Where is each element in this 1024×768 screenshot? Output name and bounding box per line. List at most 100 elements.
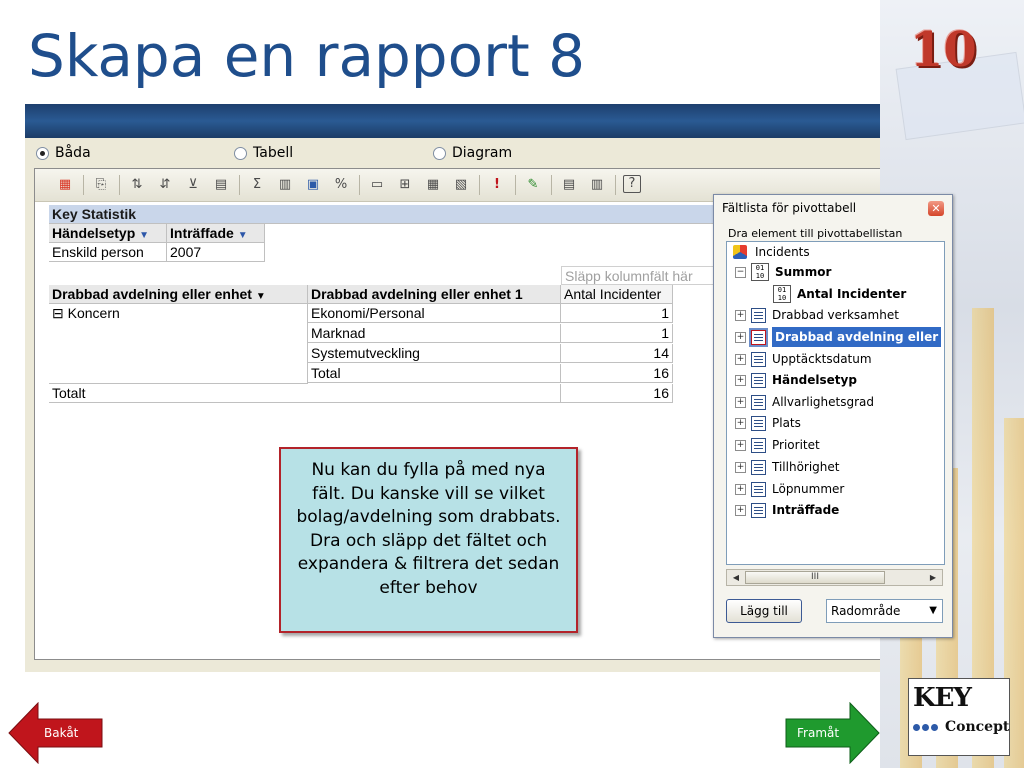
subtotal-icon[interactable]: ▥ [275,175,295,195]
scroll-right-icon[interactable]: ▶ [926,571,940,584]
hide-details-icon[interactable]: ▧ [451,175,471,195]
row-field-department[interactable]: Drabbad avdelning eller enhet ▼ [49,285,308,304]
percent-icon[interactable]: % [331,175,351,195]
close-icon[interactable]: ✕ [928,201,944,216]
sum-field-icon: 01 10 [773,285,791,303]
copy-icon[interactable]: ⎘ [91,175,111,195]
field-icon [751,437,766,453]
field-icon [751,372,766,388]
show-top-items-icon[interactable]: ▤ [211,175,231,195]
collapse-icon[interactable]: ▭ [367,175,387,195]
expand-icon[interactable]: + [735,483,746,495]
field-icon [751,307,766,323]
window-titlebar [25,104,880,138]
tree-field[interactable]: + Prioritet [735,435,820,455]
sort-ascending-icon[interactable]: ⇅ [127,175,147,195]
table-row-label: Ekonomi/Personal [308,304,561,323]
area-select[interactable]: Radområde ▼ [826,599,943,623]
tree-field[interactable]: + Upptäcktsdatum [735,349,872,369]
pivot-header: Key Statistik [49,205,721,224]
collapse-icon[interactable]: − [735,266,746,278]
chevron-down-icon[interactable]: ▼ [929,600,937,622]
field-tree: Incidents − 01 10 Summor 01 10 Antal Incid… [726,241,945,565]
row-field-department-1[interactable]: Drabbad avdelning eller enhet 1 [308,285,561,304]
panel-subtitle: Dra element till pivottabellistan [728,227,903,240]
tree-field[interactable]: + Drabbad verksamhet [735,305,899,325]
forward-button[interactable]: Framåt [784,702,880,764]
scroll-left-icon[interactable]: ◀ [729,571,743,584]
filter-field-event-type[interactable]: Händelsetyp ▼ [49,224,167,243]
tree-field[interactable]: + Tillhörighet [735,457,840,477]
expand-icon[interactable]: + [735,331,746,343]
radio-icon[interactable] [433,146,446,160]
horizontal-scrollbar[interactable]: ◀ III ▶ [726,569,943,586]
add-button[interactable]: Lägg till [726,599,802,623]
filter-value-occurred: 2007 [167,243,265,262]
sort-descending-icon[interactable]: ⇵ [155,175,175,195]
tree-field-selected[interactable]: + Drabbad avdelning eller [735,327,942,347]
filter-field-occurred[interactable]: Inträffade ▼ [167,224,265,243]
option-table[interactable]: Tabell [234,144,293,162]
option-chart-label: Diagram [452,145,513,161]
back-label: Bakåt [44,726,79,740]
drop-column-zone[interactable]: Släpp kolumnfält här [561,266,721,285]
data-field-incident-count[interactable]: Antal Incidenter [561,285,673,304]
tree-field[interactable]: + Inträffade [735,500,839,520]
tree-field[interactable]: + Allvarlighetsgrad [735,392,874,412]
scrollbar-thumb[interactable]: III [745,571,885,584]
sum-field-icon: 01 10 [751,263,769,281]
expand-icon[interactable]: + [735,374,746,386]
office-logo-icon[interactable]: ▦ [55,175,75,195]
tree-summary-item[interactable]: 01 10 Antal Incidenter [773,284,906,304]
show-details-icon[interactable]: ▦ [423,175,443,195]
refresh-icon[interactable]: ! [487,175,507,195]
table-row-value: 1 [561,324,673,343]
key-concept-logo: KEY Concept [908,678,1010,756]
forward-label: Framåt [797,726,840,740]
export-to-excel-icon[interactable]: ✎ [523,175,543,195]
instruction-callout: Nu kan du fylla på med nya fält. Du kans… [279,447,578,633]
field-list-panel: Fältlista för pivottabell ✕ Dra element … [713,194,953,638]
grand-total-label: Totalt [49,384,561,403]
option-both[interactable]: Båda [36,144,91,162]
group-koncern[interactable]: ⊟ Koncern [49,304,308,384]
field-icon [751,415,766,431]
tree-field[interactable]: + Händelsetyp [735,370,857,390]
tree-summary-group[interactable]: − 01 10 Summor [735,262,831,282]
expand-icon[interactable]: + [735,396,746,408]
table-row-value: 16 [561,364,673,383]
expand-icon[interactable]: + [735,461,746,473]
dropdown-arrow-icon[interactable]: ▼ [256,291,266,302]
cube-icon [733,245,747,259]
field-icon [751,459,766,475]
expand-icon[interactable]: + [735,504,746,516]
option-table-label: Tabell [253,145,294,161]
dropdown-arrow-icon[interactable]: ▼ [238,230,248,241]
field-icon [751,502,766,518]
expand-icon[interactable]: + [735,309,746,321]
radio-icon[interactable] [234,146,247,160]
field-icon [751,481,766,497]
radio-icon[interactable] [36,146,49,160]
expand-icon[interactable]: + [735,439,746,451]
calculated-field-icon[interactable]: ▣ [303,175,323,195]
back-button[interactable]: Bakåt [8,702,104,764]
autofilter-icon[interactable]: ⊻ [183,175,203,195]
option-chart[interactable]: Diagram [433,144,512,162]
field-list-icon[interactable]: ▤ [559,175,579,195]
autosum-icon[interactable]: Σ [247,175,267,195]
properties-icon[interactable]: ▥ [587,175,607,195]
tree-field[interactable]: + Löpnummer [735,479,844,499]
table-row-value: 14 [561,344,673,363]
page-title: Skapa en rapport 8 [28,22,586,90]
expand-icon[interactable]: ⊞ [395,175,415,195]
page-number: 10 [910,22,977,78]
tree-field[interactable]: + Plats [735,413,801,433]
help-icon[interactable]: ? [623,175,641,193]
filter-value-event-type: Enskild person [49,243,167,262]
dropdown-arrow-icon[interactable]: ▼ [139,230,149,241]
expand-icon[interactable]: + [735,417,746,429]
table-row-label: Systemutveckling [308,344,561,363]
tree-root[interactable]: Incidents [733,242,810,262]
expand-icon[interactable]: + [735,353,746,365]
